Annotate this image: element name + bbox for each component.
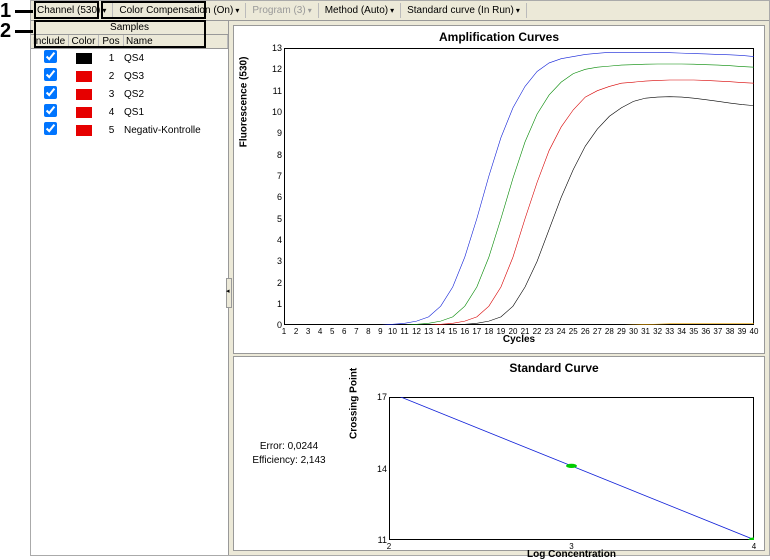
include-checkbox[interactable] xyxy=(44,50,57,63)
include-checkbox[interactable] xyxy=(44,104,57,117)
std-title: Standard Curve xyxy=(344,357,764,379)
dropdown-icon: ▾ xyxy=(102,6,106,15)
amp-curves xyxy=(284,48,754,325)
sample-pos: 5 xyxy=(99,125,124,136)
std-curves xyxy=(389,397,754,540)
sample-row[interactable]: 5Negativ-Kontrolle xyxy=(31,121,228,139)
annotation-1-line xyxy=(15,10,33,13)
sample-row[interactable]: 4QS1 xyxy=(31,103,228,121)
std-stats: Error: 0,0244 Efficiency: 2,143 xyxy=(234,357,344,550)
splitter-handle[interactable] xyxy=(226,278,232,308)
std-eff-label: Efficiency: xyxy=(252,455,297,466)
annotation-2-line xyxy=(15,30,33,33)
std-error-value: 0,0244 xyxy=(288,441,319,452)
toolbar-stdcurve-label: Standard curve (In Run) xyxy=(407,5,514,16)
std-ylabel: Crossing Point xyxy=(349,368,360,439)
sample-pos: 1 xyxy=(99,53,124,64)
toolbar-channel-label: Channel (530) xyxy=(37,5,100,16)
include-checkbox[interactable] xyxy=(44,68,57,81)
sample-name: Negativ-Kontrolle xyxy=(124,125,228,136)
amp-yticks: 012345678910111213 xyxy=(264,48,282,325)
include-checkbox[interactable] xyxy=(44,122,57,135)
toolbar-method-label: Method (Auto) xyxy=(325,5,388,16)
toolbar-program-label: Program (3) xyxy=(252,5,305,16)
samples-list: 1QS42QS33QS24QS15Negativ-Kontrolle xyxy=(31,49,228,139)
samples-column-headers: Include Color Pos Name xyxy=(31,35,228,49)
std-chart[interactable]: Crossing Point 111417 234 Log Concentrat… xyxy=(389,397,754,540)
col-color[interactable]: Color xyxy=(69,35,99,48)
app-window: Channel (530)▾ Color Compensation (On)▾ … xyxy=(30,0,770,556)
sample-row[interactable]: 3QS2 xyxy=(31,85,228,103)
dropdown-icon: ▾ xyxy=(516,6,520,15)
standard-curve-panel: Error: 0,0244 Efficiency: 2,143 Standard… xyxy=(233,356,765,551)
col-include[interactable]: Include xyxy=(31,35,69,48)
col-name[interactable]: Name xyxy=(124,35,228,48)
color-swatch xyxy=(76,107,92,118)
sample-name: QS2 xyxy=(124,89,228,100)
sample-name: QS1 xyxy=(124,107,228,118)
std-xlabel: Log Concentration xyxy=(389,549,754,560)
color-swatch xyxy=(76,125,92,136)
std-eff-value: 2,143 xyxy=(301,455,326,466)
amp-ylabel: Fluorescence (530) xyxy=(239,56,250,147)
color-swatch xyxy=(76,53,92,64)
std-yticks: 111417 xyxy=(369,397,387,540)
toolbar-colorcomp[interactable]: Color Compensation (On)▾ xyxy=(113,3,246,18)
color-swatch xyxy=(76,89,92,100)
sample-pos: 3 xyxy=(99,89,124,100)
sample-row[interactable]: 2QS3 xyxy=(31,67,228,85)
toolbar-method[interactable]: Method (Auto)▾ xyxy=(319,3,401,18)
include-checkbox[interactable] xyxy=(44,86,57,99)
samples-sidebar: Samples Include Color Pos Name 1QS42QS33… xyxy=(31,21,229,555)
sample-pos: 4 xyxy=(99,107,124,118)
sample-name: QS4 xyxy=(124,53,228,64)
samples-title: Samples xyxy=(31,21,228,35)
color-swatch xyxy=(76,71,92,82)
sample-row[interactable]: 1QS4 xyxy=(31,49,228,67)
std-error-label: Error: xyxy=(260,441,285,452)
dropdown-icon: ▾ xyxy=(308,6,312,15)
dropdown-icon: ▾ xyxy=(235,6,239,15)
toolbar-colorcomp-label: Color Compensation (On) xyxy=(119,5,233,16)
sample-name: QS3 xyxy=(124,71,228,82)
amp-xlabel: Cycles xyxy=(284,334,754,345)
main-area: Amplification Curves Fluorescence (530) … xyxy=(229,21,769,555)
toolbar-channel[interactable]: Channel (530)▾ xyxy=(31,3,113,18)
amp-chart[interactable]: Fluorescence (530) 012345678910111213 12… xyxy=(284,48,754,325)
sample-pos: 2 xyxy=(99,71,124,82)
amplification-panel: Amplification Curves Fluorescence (530) … xyxy=(233,25,765,354)
dropdown-icon: ▾ xyxy=(390,6,394,15)
col-pos[interactable]: Pos xyxy=(99,35,124,48)
toolbar: Channel (530)▾ Color Compensation (On)▾ … xyxy=(31,1,769,21)
amp-title: Amplification Curves xyxy=(234,26,764,48)
annotation-2: 2 xyxy=(0,20,11,43)
toolbar-program: Program (3)▾ xyxy=(246,3,318,18)
toolbar-stdcurve[interactable]: Standard curve (In Run)▾ xyxy=(401,3,527,18)
